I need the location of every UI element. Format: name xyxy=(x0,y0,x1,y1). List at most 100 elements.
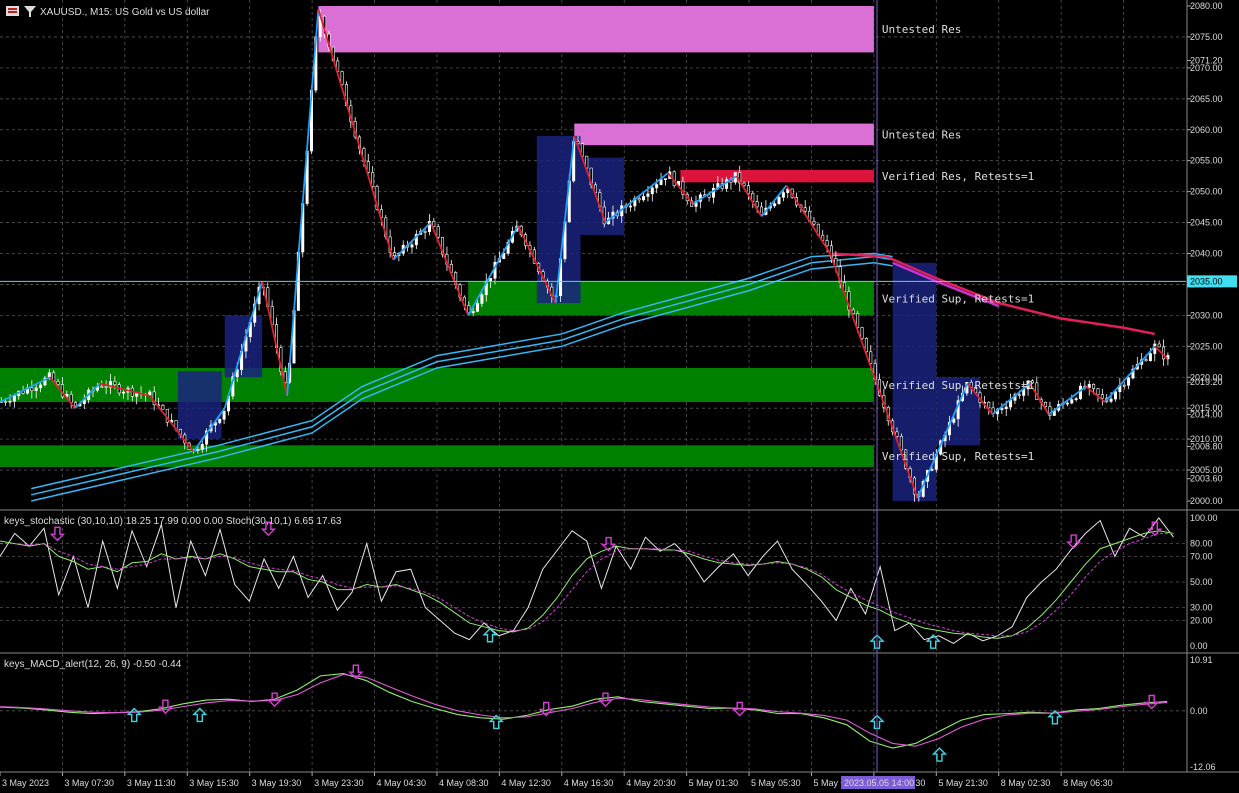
time-tick-label: 5 May 21:30 xyxy=(938,778,988,788)
zone-res_untested xyxy=(574,123,874,146)
candle-body xyxy=(371,172,375,187)
time-tick-label: 4 May 08:30 xyxy=(439,778,489,788)
time-tick-label: 4 May 16:30 xyxy=(564,778,614,788)
price-tick-label: 2075.00 xyxy=(1190,32,1223,42)
candle-body xyxy=(1144,359,1148,362)
zone-sup_verified xyxy=(0,367,874,402)
candle-body xyxy=(1044,401,1048,407)
stochastic-title: keys_stochastic (30,10,10) 18.25 17.99 0… xyxy=(4,516,342,527)
candle-body xyxy=(34,387,38,391)
time-tick-label: 5 May 05:30 xyxy=(751,778,801,788)
time-tick-label: 8 May 06:30 xyxy=(1063,778,1113,788)
candle-body xyxy=(987,401,991,409)
candle-body xyxy=(1113,391,1117,400)
zone-label: Verified Sup, Retests=1 xyxy=(882,292,1034,305)
grid-icon-line xyxy=(8,11,17,13)
candle-body xyxy=(393,252,397,256)
trading-chart[interactable]: Untested Res Untested Res Verified Res, Re… xyxy=(0,0,1239,793)
time-tick-label: 3 May 23:30 xyxy=(314,778,364,788)
time-tick-label: 3 May 15:30 xyxy=(189,778,239,788)
zone-sup_verified xyxy=(468,281,874,316)
candle-body xyxy=(952,418,956,423)
candle-body xyxy=(755,201,759,208)
candle-body xyxy=(642,196,646,201)
current-price-label: 2035.00 xyxy=(1190,276,1223,286)
candle-body xyxy=(423,231,427,233)
candle-body xyxy=(663,178,667,180)
candle-body xyxy=(12,395,16,402)
price-tick-label: 2080.00 xyxy=(1190,1,1223,11)
candle-body xyxy=(1000,408,1004,410)
candle-body xyxy=(471,311,475,313)
candle-body xyxy=(803,207,807,212)
candle-body xyxy=(410,244,414,248)
macd-tick-label: 10.91 xyxy=(1190,655,1213,665)
stoch-tick-label: 20.00 xyxy=(1190,615,1213,625)
macd-title: keys_MACD_alert(12, 26, 9) -0.50 -0.44 xyxy=(4,659,182,670)
candle-body xyxy=(200,443,204,450)
price-tick-label: 2000.00 xyxy=(1190,496,1223,506)
candle-body xyxy=(476,303,480,312)
price-tick-label: 2045.00 xyxy=(1190,218,1223,228)
time-tick-label: 3 May 19:30 xyxy=(252,778,302,788)
candle-body xyxy=(148,391,152,396)
candle-body xyxy=(869,351,873,364)
price-tick-label: 2003.60 xyxy=(1190,474,1223,484)
zone-label: Verified Res, Retests=1 xyxy=(882,170,1034,183)
candle-body xyxy=(196,449,200,451)
zone-label: Untested Res xyxy=(882,128,961,141)
time-tick-label: 4 May 20:30 xyxy=(626,778,676,788)
price-tick-label: 2040.00 xyxy=(1190,249,1223,259)
candle-body xyxy=(1122,384,1126,387)
candle-body xyxy=(222,410,226,420)
stoch-tick-label: 30.00 xyxy=(1190,603,1213,613)
candle-body xyxy=(773,203,777,207)
candle-body xyxy=(628,205,632,208)
candle-body xyxy=(1004,406,1008,409)
time-tick-label: 8 May 02:30 xyxy=(1001,778,1051,788)
candle-body xyxy=(100,386,104,388)
candle-body xyxy=(480,294,484,304)
candle-body xyxy=(1070,399,1074,404)
candle-body xyxy=(1092,383,1096,389)
price-tick-label: 2071.20 xyxy=(1190,55,1223,65)
candle-body xyxy=(1074,398,1078,400)
candle-body xyxy=(1157,343,1161,348)
stoch-tick-label: 100.00 xyxy=(1190,513,1218,523)
candle-body xyxy=(781,192,785,198)
zone-res_verified xyxy=(680,169,874,183)
stoch-tick-label: 70.00 xyxy=(1190,551,1213,561)
zone-label: Verified Sup, Retests=1 xyxy=(882,379,1034,392)
candle-body xyxy=(1017,394,1021,396)
candle-body xyxy=(113,381,117,386)
candle-body xyxy=(851,309,855,314)
price-tick-label: 2010.00 xyxy=(1190,434,1223,444)
candle-body xyxy=(655,184,659,189)
candle-body xyxy=(1009,400,1013,408)
candle-body xyxy=(8,400,12,403)
grid-icon-line xyxy=(8,8,17,10)
chart-title: XAUUSD., M15: US Gold vs US dollar xyxy=(40,7,210,18)
candle-body xyxy=(489,277,493,282)
time-tick-label: 4 May 12:30 xyxy=(501,778,551,788)
price-tick-label: 2020.00 xyxy=(1190,372,1223,382)
candle-body xyxy=(122,391,126,394)
candle-body xyxy=(30,387,34,391)
candle-body xyxy=(1065,402,1069,405)
time-tick-label: 5 May 01:30 xyxy=(689,778,739,788)
candle-body xyxy=(1087,383,1091,388)
price-tick-label: 2015.00 xyxy=(1190,403,1223,413)
zone-label: Untested Res xyxy=(882,23,961,36)
candle-body xyxy=(1100,394,1104,399)
price-tick-label: 2065.00 xyxy=(1190,94,1223,104)
stoch-tick-label: 50.00 xyxy=(1190,577,1213,587)
candle-body xyxy=(4,401,8,403)
candle-body xyxy=(646,193,650,197)
candle-body xyxy=(1153,343,1157,354)
price-tick-label: 2055.00 xyxy=(1190,156,1223,166)
time-tick-label: 3 May 2023 xyxy=(2,778,49,788)
time-tick-label: 5 May 0 xyxy=(813,778,845,788)
candle-body xyxy=(436,226,440,238)
zone-sup_verified xyxy=(0,445,874,467)
candle-body xyxy=(637,198,641,201)
